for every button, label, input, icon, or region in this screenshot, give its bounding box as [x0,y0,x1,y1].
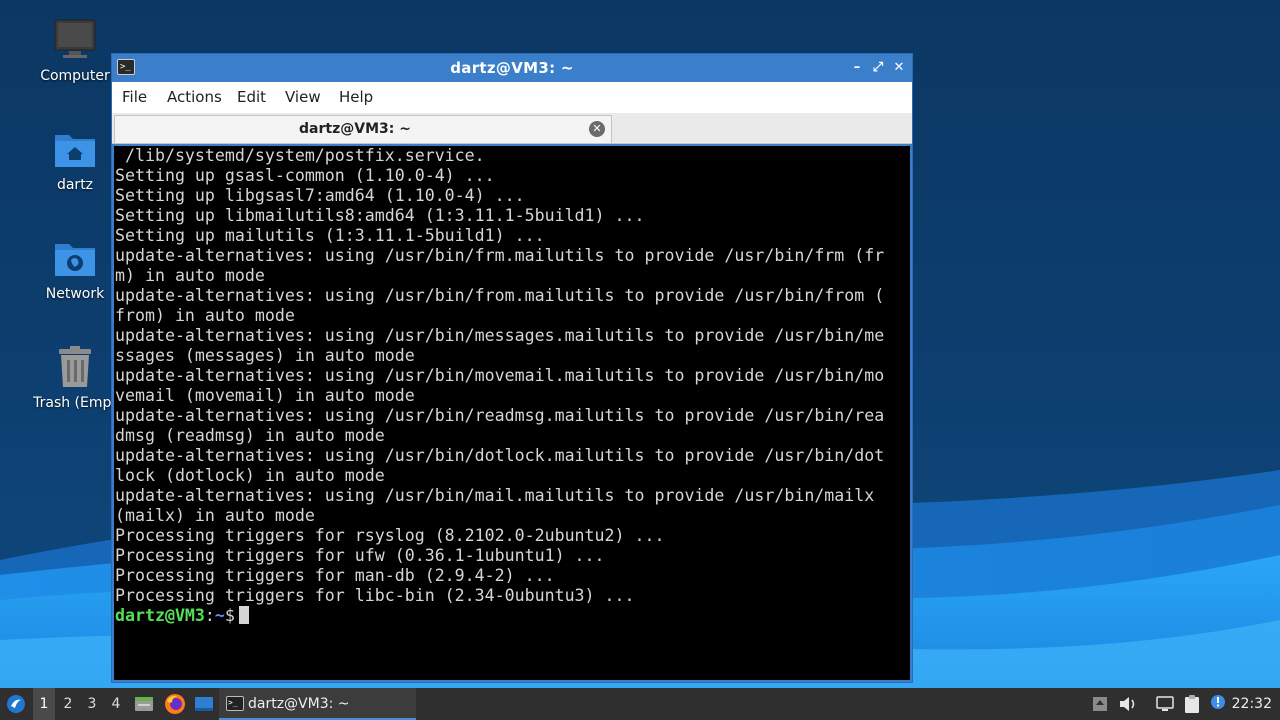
menu-view[interactable]: View [285,82,321,113]
workspace-1[interactable]: 1 [33,688,55,720]
clock[interactable]: 22:32 [1232,688,1272,720]
close-button[interactable]: ✕ [890,59,908,77]
tray-notification[interactable] [1208,688,1228,720]
desktop-icon-computer[interactable]: Computer [27,18,123,84]
file-manager-icon [135,697,153,711]
desktop-icon-label: Network [45,286,105,302]
info-notification-icon [1211,695,1225,709]
terminal-line: update-alternatives: using /usr/bin/mail… [115,486,875,505]
terminal-line: lock (dotlock) in auto mode [115,466,385,485]
terminal-line: update-alternatives: using /usr/bin/move… [115,366,885,385]
minimize-button[interactable]: – [848,59,866,77]
shell-prompt[interactable]: dartz@VM3:~$ [115,606,909,626]
terminal-line: /lib/systemd/system/postfix.service. [115,146,485,165]
tray-clipboard[interactable] [1181,688,1203,720]
trash-icon [53,345,97,389]
menu-file[interactable]: File [122,82,147,113]
taskbar: 1 2 3 4 >_ dartz@VM3: ~ 22:32 [0,688,1280,720]
window-titlebar[interactable]: >_ dartz@VM3: ~ – ⤢ ✕ [112,54,912,82]
prompt-separator: : [204,606,215,625]
terminal-line: from) in auto mode [115,306,295,325]
start-menu-button[interactable] [4,688,28,720]
tray-volume[interactable] [1117,688,1139,720]
prompt-path: ~ [214,606,225,625]
terminal-line: Setting up libgsasl7:amd64 (1.10.0-4) ..… [115,186,525,205]
window-title: dartz@VM3: ~ [450,59,574,77]
workspace-3[interactable]: 3 [81,688,103,720]
terminal-line: update-alternatives: using /usr/bin/frm.… [115,246,885,265]
desktop-icon-label: Computer [40,68,110,84]
file-manager-launcher[interactable] [133,688,155,720]
tray-updates[interactable] [1090,688,1110,720]
terminal-line: Processing triggers for ufw (0.36.1-1ubu… [115,546,605,565]
terminal-line: Setting up libmailutils8:amd64 (1:3.11.1… [115,206,645,225]
desktop-icon-label: dartz [56,177,94,193]
network-folder-icon [53,236,97,280]
terminal-line: ssages (messages) in auto mode [115,346,415,365]
terminal-line: update-alternatives: using /usr/bin/mess… [115,326,885,345]
menu-actions[interactable]: Actions [167,82,222,113]
terminal-output[interactable]: /lib/systemd/system/postfix.service. Set… [114,146,910,680]
desktop-icon-trash[interactable]: Trash (Empt [27,345,123,411]
terminal-line: Setting up mailutils (1:3.11.1-5build1) … [115,226,545,245]
home-folder-icon [53,127,97,171]
terminal-line: Setting up gsasl-common (1.10.0-4) ... [115,166,495,185]
terminal-line: (mailx) in auto mode [115,506,315,525]
firefox-launcher[interactable] [163,688,187,720]
desktop-icon-home[interactable]: dartz [27,127,123,193]
computer-icon [53,18,97,62]
tray-network[interactable] [1154,688,1176,720]
lubuntu-logo-icon [7,695,25,713]
volume-icon [1120,697,1135,711]
clipboard-icon [1185,695,1199,713]
terminal-line: m) in auto mode [115,266,265,285]
terminal-line: dmsg (readmsg) in auto mode [115,426,385,445]
network-icon [1156,696,1174,711]
task-label: dartz@VM3: ~ [248,696,350,712]
desktop-icon-label: Trash (Empt [33,395,117,411]
prompt-user-host: dartz@VM3 [115,606,205,625]
desktop-icon-network[interactable]: Network [27,236,123,302]
package-icon [1093,697,1107,711]
prompt-symbol: $ [224,606,235,625]
text-cursor [238,606,249,624]
terminal-line: Processing triggers for libc-bin (2.34-0… [115,586,635,605]
taskbar-task-terminal[interactable]: >_ dartz@VM3: ~ [219,688,416,720]
terminal-window[interactable]: >_ dartz@VM3: ~ – ⤢ ✕ File Actions Edit … [111,53,913,683]
menu-edit[interactable]: Edit [237,82,266,113]
terminal-line: vemail (movemail) in auto mode [115,386,415,405]
terminal-line: Processing triggers for rsyslog (8.2102.… [115,526,665,545]
terminal-icon: >_ [226,696,244,711]
tab-terminal[interactable]: dartz@VM3: ~ ✕ [114,115,612,143]
tab-close-icon[interactable]: ✕ [589,121,605,137]
terminal-line: update-alternatives: using /usr/bin/dotl… [115,446,885,465]
terminal-line: update-alternatives: using /usr/bin/from… [115,286,885,305]
terminal-line: Processing triggers for man-db (2.9.4-2)… [115,566,555,585]
show-desktop-button[interactable] [193,688,215,720]
workspace-4[interactable]: 4 [105,688,127,720]
terminal-line: update-alternatives: using /usr/bin/read… [115,406,885,425]
tab-title: dartz@VM3: ~ [299,121,411,137]
menu-bar: File Actions Edit View Help [112,82,912,113]
maximize-button[interactable]: ⤢ [869,59,887,77]
workspace-2[interactable]: 2 [57,688,79,720]
menu-help[interactable]: Help [339,82,373,113]
show-desktop-icon [195,697,213,711]
firefox-icon [165,694,185,714]
terminal-lines: /lib/systemd/system/postfix.service. Set… [115,146,909,626]
tab-bar: dartz@VM3: ~ ✕ [112,113,912,144]
